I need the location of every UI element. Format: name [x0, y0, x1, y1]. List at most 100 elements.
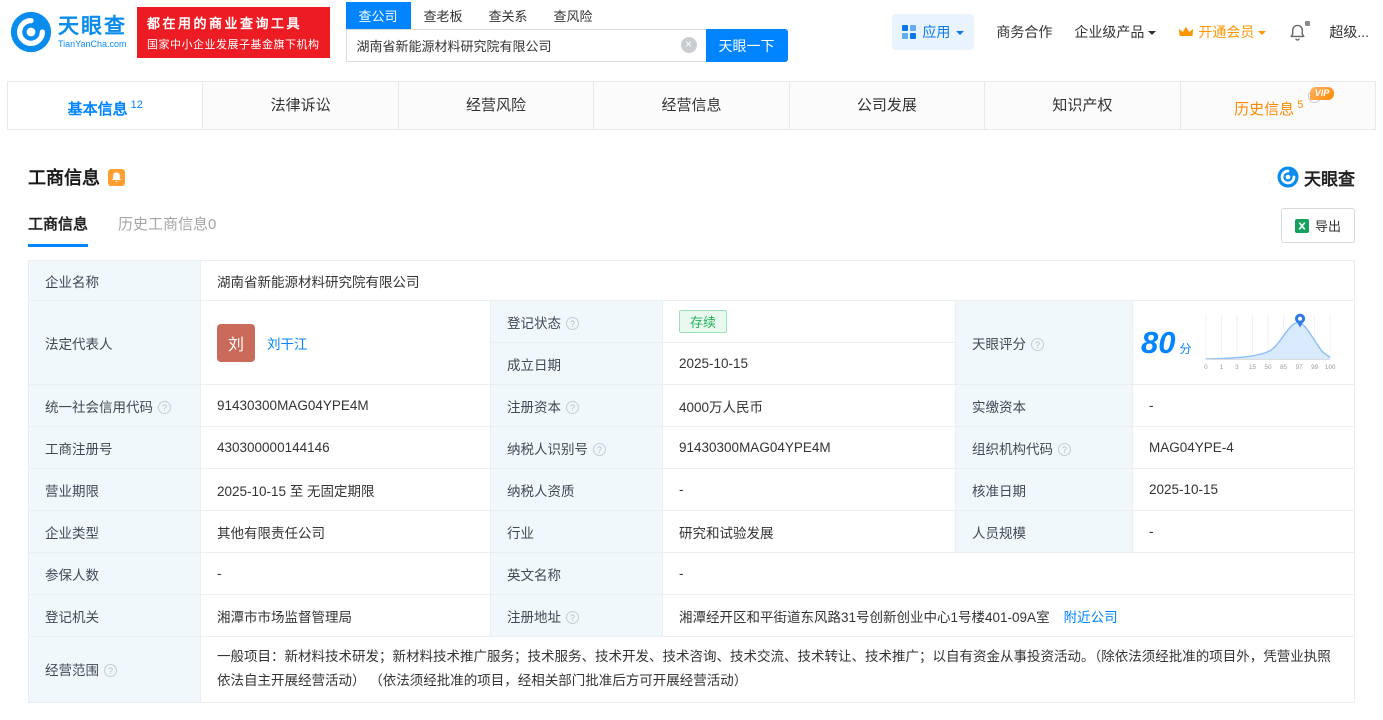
establish-date-label: 成立日期	[490, 342, 663, 385]
apps-button[interactable]: 应用	[892, 14, 975, 50]
svg-text:3: 3	[1235, 364, 1239, 371]
export-button[interactable]: 导出	[1280, 208, 1355, 243]
help-icon[interactable]	[158, 400, 171, 414]
help-icon[interactable]	[566, 316, 579, 330]
nav-super-vip-label: 超级...	[1329, 24, 1369, 40]
org-code-value: MAG04YPE-4	[1132, 426, 1355, 469]
credit-code-label: 统一社会信用代码	[28, 384, 201, 427]
company-type-label: 企业类型	[28, 510, 201, 553]
subtab-row: 工商信息 历史工商信息0 导出	[28, 208, 1355, 247]
svg-text:99: 99	[1311, 364, 1319, 371]
tab-company-development[interactable]: 公司发展	[788, 82, 985, 129]
search-area: 查公司 查老板 查关系 查风险 天眼一下	[345, 2, 788, 62]
subtab-business-info[interactable]: 工商信息	[28, 213, 89, 247]
taxpayer-quality-value: -	[662, 468, 956, 511]
score-unit: 分	[1179, 342, 1192, 356]
help-icon[interactable]	[1031, 337, 1044, 351]
legal-rep-label: 法定代表人	[28, 300, 201, 385]
monitor-bell-icon[interactable]	[108, 168, 125, 186]
reg-authority-value: 湘潭市市场监督管理局	[200, 594, 491, 637]
english-name-label: 英文名称	[490, 552, 663, 595]
legal-rep-value: 刘 刘干江	[200, 300, 491, 385]
nav-enterprise-products-label: 企业级产品	[1074, 24, 1145, 40]
tab-legal-proceedings[interactable]: 法律诉讼	[202, 82, 398, 129]
nav-super-vip[interactable]: 超级...	[1329, 22, 1369, 42]
tab-operating-risk[interactable]: 经营风险	[397, 82, 594, 129]
help-icon[interactable]	[566, 400, 579, 414]
vip-badge: VIP	[1309, 87, 1335, 100]
taxpayer-quality-label: 纳税人资质	[490, 468, 663, 511]
company-type-value: 其他有限责任公司	[200, 510, 491, 553]
tab-intellectual-property[interactable]: 知识产权	[984, 82, 1180, 129]
legal-rep-link[interactable]: 刘干江	[267, 333, 308, 353]
section-header: 工商信息 天眼查	[28, 164, 1355, 190]
paid-capital-label: 实缴资本	[955, 384, 1133, 427]
nav-open-vip-label: 开通会员	[1198, 24, 1255, 40]
tab-history-info[interactable]: VIP 历史信息 5	[1179, 82, 1375, 129]
caret-down-icon	[1148, 30, 1157, 39]
nearby-companies-link[interactable]: 附近公司	[1064, 610, 1118, 625]
search-tab-boss[interactable]: 查老板	[411, 2, 476, 29]
establish-date-value: 2025-10-15	[662, 342, 956, 385]
table-row-legal-rep: 法定代表人 刘 刘干江 登记状态 存续 天眼评分 80 分	[28, 300, 1355, 385]
industry-label: 行业	[490, 510, 663, 553]
promo-line-2: 国家中小企业发展子基金旗下机构	[147, 38, 320, 51]
reg-capital-label: 注册资本	[490, 384, 663, 427]
score-value: 80	[1141, 324, 1176, 360]
english-name-value: -	[662, 552, 1355, 595]
help-icon[interactable]	[1058, 442, 1071, 456]
business-scope-label: 经营范围	[28, 636, 201, 703]
table-row-insured-count: 参保人数 - 英文名称 -	[28, 552, 1355, 595]
subtabs: 工商信息 历史工商信息0	[28, 213, 216, 247]
help-icon[interactable]	[566, 610, 579, 624]
tab-legal-proceedings-label: 法律诉讼	[270, 97, 331, 114]
search-clear-icon[interactable]	[680, 37, 697, 53]
nav-enterprise-products[interactable]: 企业级产品	[1074, 22, 1157, 42]
tab-basic-info[interactable]: 基本信息 12	[8, 82, 203, 129]
business-info-table: 企业名称 湖南省新能源材料研究院有限公司 法定代表人 刘 刘干江 登记状态 存续…	[28, 260, 1355, 703]
search-tab-relation[interactable]: 查关系	[476, 2, 541, 29]
business-term-label: 营业期限	[28, 468, 201, 511]
svg-text:100: 100	[1324, 364, 1335, 371]
svg-text:15: 15	[1248, 364, 1256, 371]
nav-business-cooperation-label: 商务合作	[996, 24, 1053, 40]
promo-line-1: 都在用的商业查询工具	[147, 15, 303, 31]
notification-bell-icon[interactable]	[1288, 20, 1311, 42]
company-section-tabs: 基本信息 12 法律诉讼 经营风险 经营信息 公司发展 知识产权 VIP 历史信息…	[7, 81, 1376, 130]
table-row-business-term: 营业期限 2025-10-15 至 无固定期限 纳税人资质 - 核准日期 202…	[28, 468, 1355, 511]
subtab-history-business-info[interactable]: 历史工商信息0	[118, 213, 216, 247]
vip-crown-icon	[1179, 26, 1194, 36]
tab-history-info-label: 历史信息	[1234, 101, 1295, 118]
main-content: 工商信息 天眼查 工商信息 历史工商信息0 导出 企业名称 湖南省新能源材料研究…	[0, 164, 1383, 703]
help-icon[interactable]	[593, 442, 606, 456]
tianyancha-watermark-icon	[1277, 166, 1299, 188]
notification-dot	[1305, 20, 1311, 26]
paid-capital-value: -	[1132, 384, 1355, 427]
tab-operating-info[interactable]: 经营信息	[593, 82, 789, 129]
brand-domain: TianYanCha.com	[58, 38, 127, 49]
reg-capital-value: 4000万人民币	[662, 384, 956, 427]
legal-rep-avatar[interactable]: 刘	[217, 323, 255, 362]
approval-date-value: 2025-10-15	[1132, 468, 1355, 511]
search-tab-company[interactable]: 查公司	[345, 2, 411, 29]
search-tabs: 查公司 查老板 查关系 查风险	[345, 2, 788, 29]
nav-open-vip[interactable]: 开通会员	[1178, 22, 1267, 42]
credit-code-value: 91430300MAG04YPE4M	[200, 384, 491, 427]
score-chart[interactable]: 0 1 3 15 50 85 97 99 100	[1200, 310, 1336, 376]
svg-text:50: 50	[1264, 364, 1272, 371]
help-icon[interactable]	[104, 664, 117, 678]
tianyancha-logo[interactable]: 天眼查 TianYanCha.com	[10, 11, 127, 53]
table-row-reg-number: 工商注册号 430300000144146 纳税人识别号 91430300MAG…	[28, 426, 1355, 469]
search-tab-risk[interactable]: 查风险	[541, 2, 606, 29]
apps-label: 应用	[922, 24, 951, 40]
reg-address-label: 注册地址	[490, 594, 663, 637]
logo-text: 天眼查 TianYanCha.com	[58, 15, 127, 48]
nav-business-cooperation[interactable]: 商务合作	[996, 22, 1052, 42]
industry-value: 研究和试验发展	[662, 510, 956, 553]
search-input[interactable]	[345, 29, 706, 62]
taxpayer-id-label: 纳税人识别号	[490, 426, 663, 469]
tab-company-development-label: 公司发展	[856, 97, 917, 114]
insured-count-label: 参保人数	[28, 552, 201, 595]
search-button[interactable]: 天眼一下	[705, 29, 788, 62]
svg-text:1: 1	[1219, 364, 1223, 371]
